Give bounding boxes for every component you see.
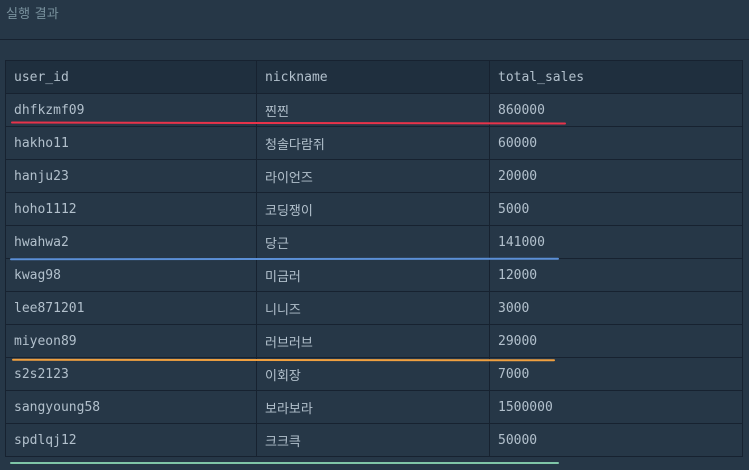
cell-total-sales: 7000 [489, 357, 743, 391]
column-header-user-id: user_id [5, 60, 257, 94]
cell-nickname: 미금러 [256, 258, 490, 292]
cell-user-id: hoho1112 [5, 192, 257, 226]
cell-total-sales: 141000 [489, 225, 743, 259]
table-row: hanju23 라이언즈 20000 [5, 159, 743, 193]
cell-total-sales: 12000 [489, 258, 743, 292]
cell-total-sales: 1500000 [489, 390, 743, 424]
highlight-underline-green [10, 462, 559, 464]
column-header-nickname: nickname [256, 60, 490, 94]
cell-nickname: 이회장 [256, 357, 490, 391]
table-header-row: user_id nickname total_sales [5, 60, 743, 94]
cell-user-id: hanju23 [5, 159, 257, 193]
query-result-panel: 실행 결과 user_id nickname total_sales dhfkz… [0, 0, 749, 470]
cell-nickname: 당근 [256, 225, 490, 259]
table-row: spdlqj12 크크큭 50000 [5, 423, 743, 457]
table-row: kwag98 미금러 12000 [5, 258, 743, 292]
cell-total-sales: 29000 [489, 324, 743, 358]
table-row: hakho11 청솔다람쥐 60000 [5, 126, 743, 160]
cell-user-id: hakho11 [5, 126, 257, 160]
table-row: sangyoung58 보라보라 1500000 [5, 390, 743, 424]
cell-nickname: 크크큭 [256, 423, 490, 457]
table-row: hoho1112 코딩쟁이 5000 [5, 192, 743, 226]
cell-total-sales: 60000 [489, 126, 743, 160]
cell-total-sales: 5000 [489, 192, 743, 226]
result-title: 실행 결과 [6, 7, 59, 22]
cell-nickname: 코딩쟁이 [256, 192, 490, 226]
cell-total-sales: 20000 [489, 159, 743, 193]
cell-total-sales: 50000 [489, 423, 743, 457]
table-row: s2s2123 이회장 7000 [5, 357, 743, 391]
column-header-total-sales: total_sales [489, 60, 743, 94]
table-row: miyeon89 러브러브 29000 [5, 324, 743, 358]
cell-nickname: 보라보라 [256, 390, 490, 424]
cell-user-id: spdlqj12 [5, 423, 257, 457]
cell-nickname: 니니즈 [256, 291, 490, 325]
cell-user-id: miyeon89 [5, 324, 257, 358]
table-row: lee871201 니니즈 3000 [5, 291, 743, 325]
cell-user-id: lee871201 [5, 291, 257, 325]
cell-total-sales: 3000 [489, 291, 743, 325]
cell-nickname: 청솔다람쥐 [256, 126, 490, 160]
cell-user-id: s2s2123 [5, 357, 257, 391]
cell-user-id: hwahwa2 [5, 225, 257, 259]
cell-user-id: kwag98 [5, 258, 257, 292]
result-header: 실행 결과 [0, 0, 749, 40]
cell-nickname: 러브러브 [256, 324, 490, 358]
cell-user-id: sangyoung58 [5, 390, 257, 424]
table-row: hwahwa2 당근 141000 [5, 225, 743, 259]
cell-nickname: 라이언즈 [256, 159, 490, 193]
